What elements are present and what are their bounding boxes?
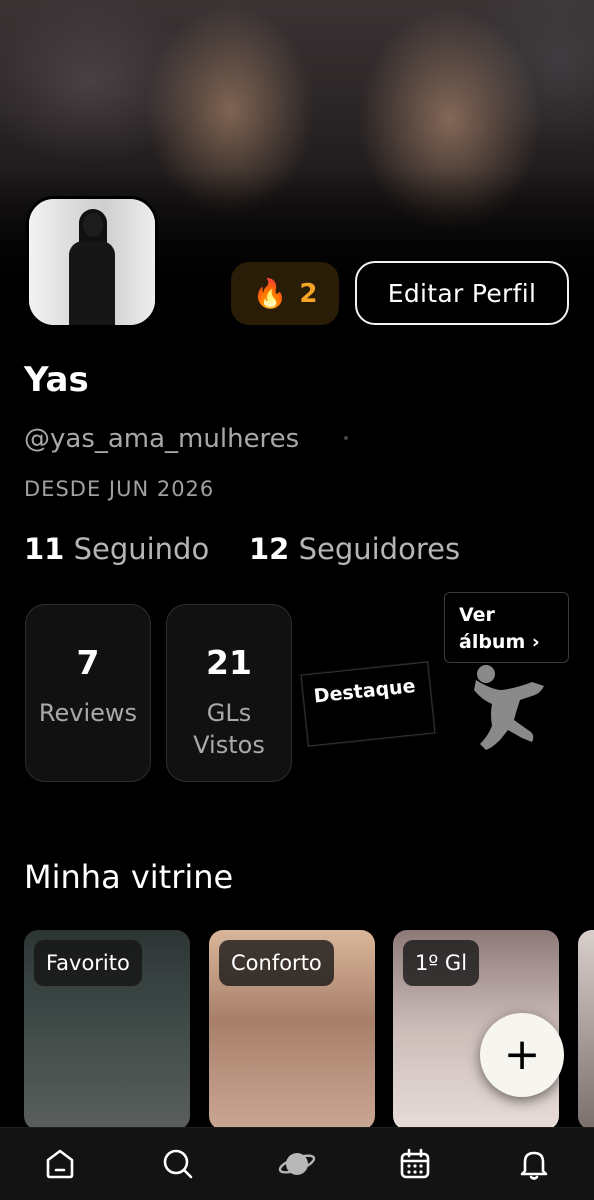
stat-label: Reviews bbox=[38, 699, 138, 727]
bell-icon[interactable] bbox=[512, 1142, 556, 1186]
stat-value: 21 bbox=[206, 643, 252, 682]
following-count: 11 bbox=[24, 532, 65, 566]
followers-label: Seguidores bbox=[298, 532, 461, 566]
view-album-button[interactable]: Ver álbum › bbox=[444, 592, 569, 663]
calendar-icon[interactable] bbox=[393, 1142, 437, 1186]
following-link[interactable]: 11 Seguindo bbox=[24, 532, 209, 566]
showcase-tag: Conforto bbox=[219, 940, 334, 986]
destaque-sticker[interactable]: Destaque bbox=[300, 661, 436, 747]
avatar-figure-body bbox=[69, 241, 115, 325]
showcase-tag: Favorito bbox=[34, 940, 142, 986]
planet-icon[interactable] bbox=[275, 1142, 319, 1186]
showcase-tag: 1º Gl bbox=[403, 940, 480, 986]
profile-handle: @yas_ama_mulheres bbox=[24, 424, 300, 454]
search-icon[interactable] bbox=[156, 1142, 200, 1186]
handle-dot bbox=[344, 436, 348, 440]
followers-count: 12 bbox=[249, 532, 290, 566]
home-icon[interactable] bbox=[38, 1142, 82, 1186]
add-showcase-button[interactable]: + bbox=[480, 1013, 564, 1097]
profile-name: Yas bbox=[24, 360, 89, 400]
showcase-title: Minha vitrine bbox=[24, 858, 234, 896]
stat-card-reviews[interactable]: 7 Reviews bbox=[25, 604, 151, 782]
member-since: DESDE JUN 2026 bbox=[24, 477, 215, 501]
avatar[interactable] bbox=[26, 196, 158, 328]
stat-label: GLs Vistos bbox=[193, 699, 265, 759]
edit-profile-button[interactable]: Editar Perfil bbox=[355, 261, 569, 325]
followers-link[interactable]: 12 Seguidores bbox=[249, 532, 460, 566]
showcase-card-partial[interactable] bbox=[578, 930, 594, 1130]
bottom-tab-bar bbox=[0, 1127, 594, 1200]
streak-badge[interactable]: 🔥 2 bbox=[231, 262, 339, 325]
following-label: Seguindo bbox=[73, 532, 210, 566]
stat-value: 7 bbox=[76, 643, 100, 682]
album-figure-icon bbox=[474, 665, 544, 750]
avatar-figure-head bbox=[83, 213, 103, 237]
fire-icon: 🔥 bbox=[252, 276, 288, 310]
showcase-card[interactable]: Favorito bbox=[24, 930, 190, 1130]
showcase-card[interactable]: Conforto bbox=[209, 930, 375, 1130]
stat-card-gls-vistos[interactable]: 21 GLs Vistos bbox=[166, 604, 292, 782]
streak-count: 2 bbox=[299, 278, 318, 309]
